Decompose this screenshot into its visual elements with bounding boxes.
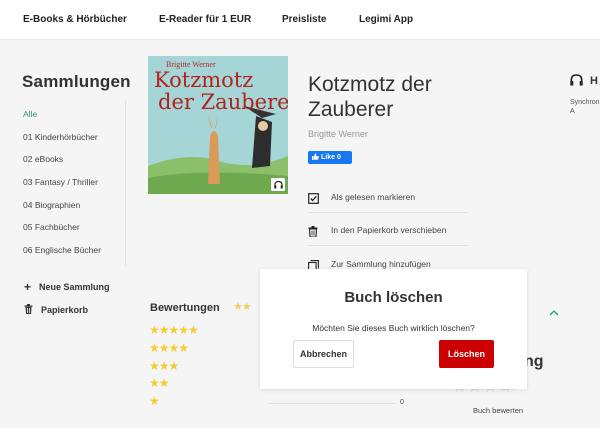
facebook-like-label: Like 0 <box>321 154 341 161</box>
collection-item-all[interactable]: Alle <box>23 109 37 119</box>
rating-row-3-stars: ★★★ <box>149 359 179 373</box>
rating-bar <box>268 403 396 404</box>
nav-ebooks-audiobooks[interactable]: E-Books & Hörbücher <box>23 14 127 25</box>
rating-row-2-stars: ★★ <box>149 376 169 390</box>
collection-item-kinderhoerbuecher[interactable]: 01 Kinderhörbücher <box>23 132 98 142</box>
trash-link[interactable]: Papierkorb <box>24 304 88 316</box>
ratings-average-stars: ★★ <box>233 301 252 313</box>
right-panel-text: Synchron aktivem A <box>570 99 600 115</box>
trash-icon <box>308 224 318 242</box>
top-navigation: E-Books & Hörbücher E-Reader für 1 EUR P… <box>0 0 600 40</box>
headphones-icon <box>271 178 285 191</box>
move-to-trash-label: In den Papierkorb verschieben <box>331 224 447 235</box>
collection-item-fachbuecher[interactable]: 05 Fachbücher <box>23 222 80 232</box>
mark-as-read-label: Als gelesen markieren <box>331 191 416 202</box>
cancel-button[interactable]: Abbrechen <box>293 340 354 368</box>
rating-count: 0 <box>400 399 404 406</box>
nav-price-list[interactable]: Preisliste <box>282 14 326 25</box>
book-title: Kotzmotz der Zauberer <box>308 73 432 121</box>
delete-button[interactable]: Löschen <box>439 340 494 368</box>
dialog-message: Möchten Sie dieses Buch wirklich löschen… <box>312 323 475 333</box>
facebook-like-button[interactable]: Like 0 <box>308 151 352 164</box>
collections-list: Alle 01 Kinderhörbücher 02 eBooks 03 Fan… <box>22 100 126 266</box>
trash-icon <box>24 304 33 316</box>
collection-item-ebooks[interactable]: 02 eBooks <box>23 154 63 164</box>
thumbs-up-icon <box>312 153 319 162</box>
rate-book-label[interactable]: Buch bewerten <box>473 406 523 415</box>
delete-book-dialog: Buch löschen Möchten Sie dieses Buch wir… <box>260 269 527 389</box>
collection-item-englische-buecher[interactable]: 06 Englische Bücher <box>23 245 101 255</box>
book-author[interactable]: Brigitte Werner <box>308 129 368 139</box>
trash-label: Papierkorb <box>41 305 89 315</box>
headphones-icon <box>570 73 583 91</box>
sidebar-title: Sammlungen <box>22 72 131 91</box>
ratings-title: Bewertungen <box>150 302 220 314</box>
move-to-trash-action[interactable]: In den Papierkorb verschieben <box>308 214 468 246</box>
rating-row-4-stars: ★★★★ <box>149 341 189 355</box>
book-cover[interactable]: Brigitte Werner Kotzmotz der Zauberer <box>148 56 288 194</box>
nav-legimi-app[interactable]: Legimi App <box>359 14 413 25</box>
checkbox-checked-icon <box>308 191 319 209</box>
rating-row-1-star: ★ <box>149 394 160 408</box>
right-panel-heading: H <box>590 75 598 87</box>
collection-item-fantasy[interactable]: 03 Fantasy / Thriller <box>23 177 98 187</box>
collection-item-biographien[interactable]: 04 Biographien <box>23 200 80 210</box>
add-to-collection-label: Zur Sammlung hinzufügen <box>331 259 431 269</box>
dialog-title: Buch löschen <box>344 289 443 306</box>
cover-title-line2: der Zauberer <box>158 90 288 114</box>
cover-title-line1: Kotzmotz <box>154 68 254 92</box>
chevron-up-icon[interactable] <box>549 303 559 321</box>
rating-row-5-stars: ★★★★★ <box>149 323 199 337</box>
new-collection-label: Neue Sammlung <box>39 282 110 292</box>
mark-as-read-action[interactable]: Als gelesen markieren <box>308 181 468 213</box>
plus-icon: + <box>24 280 32 294</box>
nav-ereader[interactable]: E-Reader für 1 EUR <box>159 14 251 25</box>
new-collection-button[interactable]: + Neue Sammlung <box>24 280 110 294</box>
